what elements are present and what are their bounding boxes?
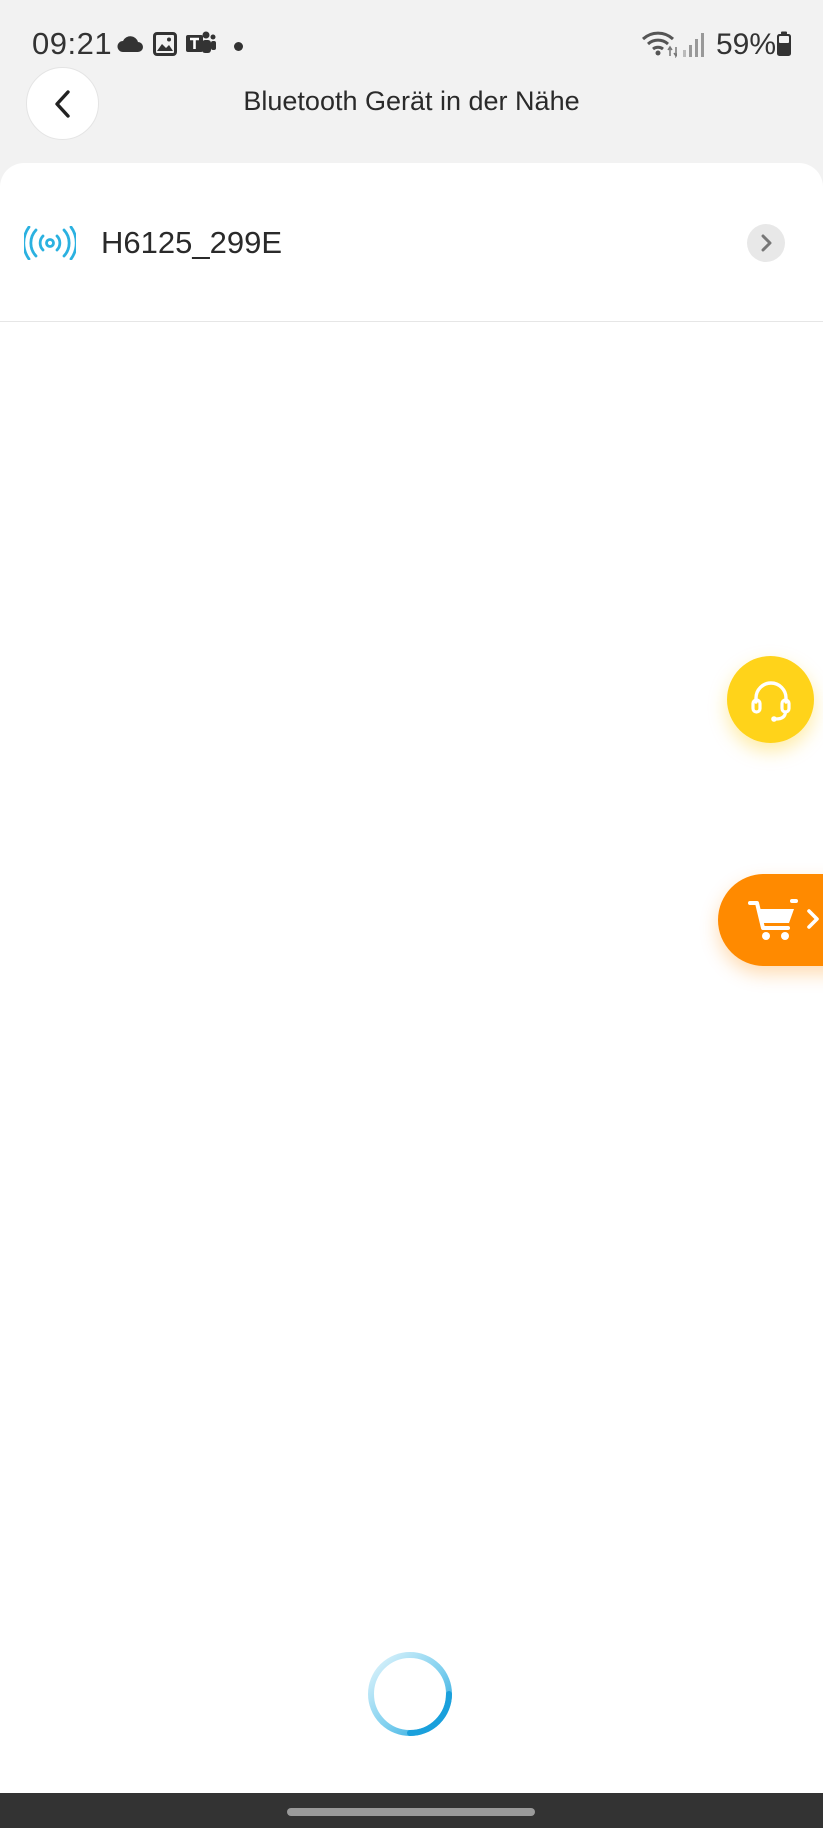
headset-icon (750, 680, 791, 722)
screen: 09:21 59% Bluetooth Gerät in der Nähe H6… (0, 0, 823, 1828)
status-time: 09:21 (32, 26, 113, 61)
chevron-right-icon (807, 909, 819, 929)
page-title: Bluetooth Gerät in der Nähe (243, 86, 580, 116)
device-open-button[interactable] (747, 224, 785, 262)
back-button[interactable] (26, 67, 99, 140)
status-bar: 09:21 59% (0, 0, 823, 90)
device-list-card: H6125_299E (0, 163, 823, 1793)
chevron-right-icon (761, 234, 772, 252)
battery-percentage: 59% (716, 28, 777, 61)
chevron-left-icon (54, 89, 70, 118)
battery-icon (777, 31, 791, 56)
teams-icon (186, 31, 216, 53)
wifi-icon (641, 31, 677, 58)
home-indicator[interactable] (287, 1808, 535, 1816)
notification-dot-icon (234, 42, 243, 51)
cart-icon (748, 899, 798, 940)
shop-button[interactable] (718, 874, 823, 966)
signal-icon (683, 33, 704, 57)
device-name: H6125_299E (101, 225, 282, 260)
support-button[interactable] (727, 656, 814, 743)
gallery-icon (153, 32, 177, 56)
loading-spinner-icon (368, 1652, 452, 1736)
bluetooth-signal-icon (24, 226, 76, 260)
device-list-item[interactable]: H6125_299E (0, 163, 823, 322)
cloud-icon (117, 36, 143, 52)
